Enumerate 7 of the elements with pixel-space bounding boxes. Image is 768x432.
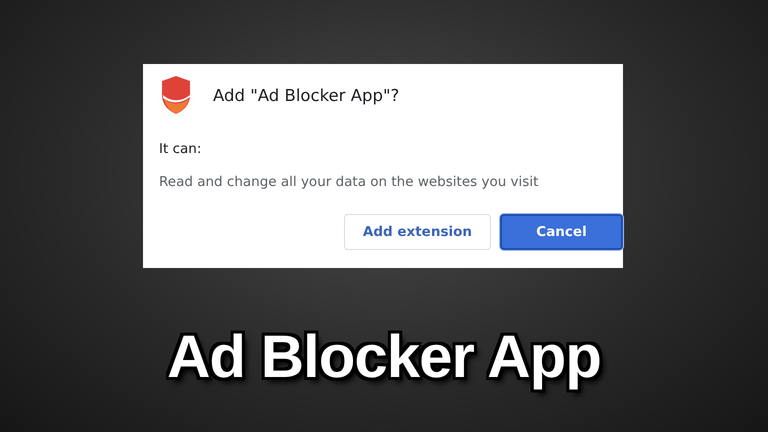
add-extension-button[interactable]: Add extension	[344, 214, 491, 250]
caption-title: Ad Blocker App	[167, 322, 601, 391]
permission-text: Read and change all your data on the websites you visit	[159, 174, 540, 190]
shield-icon	[159, 75, 193, 115]
intro-text: It can:	[159, 141, 202, 157]
cancel-button[interactable]: Cancel	[500, 214, 623, 250]
dialog-title: Add "Ad Blocker App"?	[213, 86, 400, 104]
